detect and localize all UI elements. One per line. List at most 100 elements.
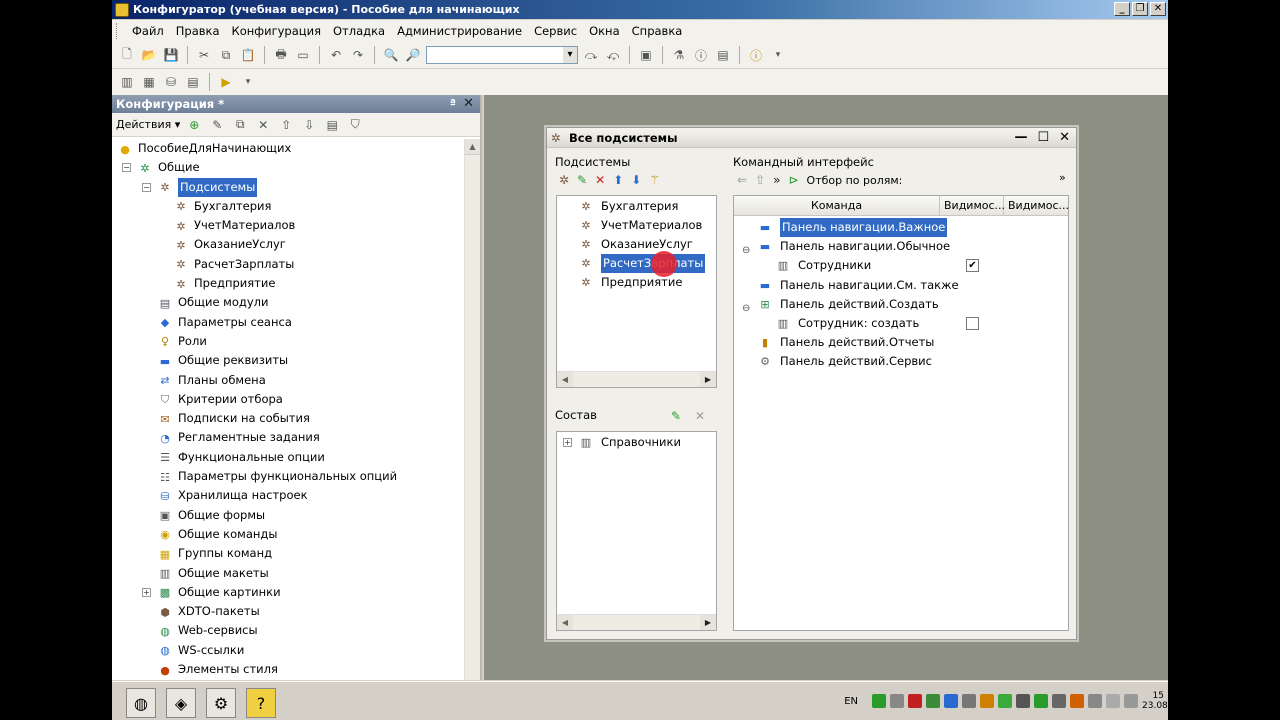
wizard-icon[interactable]: ⚗ xyxy=(670,46,688,64)
dialog-title-bar[interactable]: Все подсистемы ✲ — ☐ ✕ xyxy=(547,128,1076,148)
tree-item[interactable]: ⇄ Планы обмена xyxy=(112,371,464,390)
command-row[interactable]: ▥ Сотрудники ✔ xyxy=(734,256,1068,275)
tree-item[interactable]: ✲ Бухгалтерия xyxy=(112,197,464,216)
tray-icon-10[interactable] xyxy=(1034,694,1048,708)
wand-icon[interactable]: ⚚ xyxy=(649,173,660,187)
tree-item[interactable]: ◔ Регламентные задания xyxy=(112,428,464,447)
tree-item[interactable]: ✲ ОказаниеУслуг xyxy=(112,235,464,254)
clock[interactable]: 15 23.08 xyxy=(1142,691,1168,711)
title-bar[interactable]: Конфигуратор (учебная версия) - Пособие … xyxy=(112,0,1168,19)
close-button[interactable]: ✕ xyxy=(1150,2,1166,16)
tree-item[interactable]: ⛁ Хранилища настроек xyxy=(112,486,464,505)
tree-item[interactable]: ● ПособиеДляНачинающих xyxy=(112,139,464,158)
info-icon[interactable]: ⓘ xyxy=(747,46,765,64)
edit-icon[interactable]: ✎ xyxy=(577,173,587,187)
tree-item[interactable]: ▤ Общие модули xyxy=(112,293,464,312)
copy-icon[interactable]: ⧉ xyxy=(231,116,249,134)
volume-icon[interactable] xyxy=(1106,694,1120,708)
command-row[interactable]: ▮ Панель действий.Отчеты xyxy=(734,333,1068,352)
menu-edit[interactable]: Правка xyxy=(170,24,226,38)
run-debug-icon[interactable]: ▶ xyxy=(217,73,235,91)
tree-item[interactable]: ◆ Параметры сеанса xyxy=(112,313,464,332)
chevron-right-icon[interactable]: » xyxy=(1059,171,1066,184)
filter-by-roles-label[interactable]: Отбор по ролям: xyxy=(807,174,903,187)
book-icon[interactable]: ▤ xyxy=(714,46,732,64)
move-down-icon[interactable]: ⬇ xyxy=(631,173,641,187)
tree-item[interactable]: ✉ Подписки на события xyxy=(112,409,464,428)
search-combo[interactable] xyxy=(426,46,578,64)
column-visibility-2[interactable]: Видимос... xyxy=(1004,196,1069,216)
preview-icon[interactable]: ▭ xyxy=(294,46,312,64)
task-app-icon[interactable]: ◈ xyxy=(166,688,196,718)
vertical-scrollbar[interactable]: ▲ xyxy=(464,139,480,680)
tree-item[interactable]: ▦ Группы команд xyxy=(112,544,464,563)
expand-icon[interactable]: + xyxy=(563,438,572,447)
collapse-icon[interactable]: − xyxy=(142,182,151,192)
move-down-icon[interactable]: ⇩ xyxy=(300,116,318,134)
tray-icon-13[interactable] xyxy=(1088,694,1102,708)
horizontal-scrollbar[interactable]: ◀ ▶ xyxy=(557,614,716,630)
menu-windows[interactable]: Окна xyxy=(583,24,626,38)
filter-icon[interactable]: ⛉ xyxy=(346,116,364,134)
tree-item[interactable]: + ▩ Общие картинки xyxy=(112,583,464,602)
tree-item[interactable]: ⬢ XDTO-пакеты xyxy=(112,602,464,621)
tree-item[interactable]: ☷ Параметры функциональных опций xyxy=(112,467,464,486)
scroll-left-icon[interactable]: ◀ xyxy=(557,615,573,630)
visibility-checkbox[interactable] xyxy=(966,317,979,330)
save-icon[interactable]: 💾 xyxy=(162,46,180,64)
tray-icon-2[interactable] xyxy=(890,694,904,708)
language-indicator[interactable]: EN xyxy=(844,696,858,707)
menu-file[interactable]: Файл xyxy=(126,24,170,38)
move-left-icon[interactable]: ⇐ xyxy=(737,173,747,187)
print-icon[interactable]: 🖶 xyxy=(272,46,290,64)
add-icon[interactable]: ⊕ xyxy=(185,116,203,134)
tray-icon-7[interactable] xyxy=(980,694,994,708)
menu-administration[interactable]: Администрирование xyxy=(391,24,528,38)
task-config-icon[interactable]: ⚙ xyxy=(206,688,236,718)
tray-icon-5[interactable] xyxy=(944,694,958,708)
tree-item[interactable]: ☰ Функциональные опции xyxy=(112,448,464,467)
menu-help[interactable]: Справка xyxy=(626,24,689,38)
tree-item[interactable]: ♀ Роли xyxy=(112,332,464,351)
pin-icon[interactable]: ª xyxy=(450,95,456,113)
redo-icon[interactable]: ↷ xyxy=(349,46,367,64)
chevron-down-icon[interactable]: ▾ xyxy=(769,46,787,64)
move-up-icon[interactable]: ⬆ xyxy=(613,173,623,187)
minimize-button[interactable]: _ xyxy=(1114,2,1130,16)
close-icon[interactable]: ✕ xyxy=(463,95,474,113)
chevron-right-icon[interactable]: » xyxy=(773,173,780,187)
maximize-icon[interactable]: ☐ xyxy=(1037,130,1049,145)
tray-icon-4[interactable] xyxy=(926,694,940,708)
database-icon[interactable]: ⛁ xyxy=(162,73,180,91)
edit-icon[interactable]: ✎ xyxy=(208,116,226,134)
open-config-icon[interactable]: ▥ xyxy=(118,73,136,91)
compare-icon[interactable]: ▦ xyxy=(140,73,158,91)
tree-item[interactable]: − ✲ Подсистемы xyxy=(112,177,464,197)
task-help-icon[interactable]: ? xyxy=(246,688,276,718)
tray-icon-6[interactable] xyxy=(962,694,976,708)
scroll-right-icon[interactable]: ▶ xyxy=(700,615,716,630)
subsystems-list[interactable]: ✲ Бухгалтерия ✲ УчетМатериалов ✲ ОказаниеУслу… xyxy=(556,195,717,388)
close-icon[interactable]: ✕ xyxy=(1059,130,1070,145)
move-up-icon[interactable]: ⇧ xyxy=(755,173,765,187)
minimize-icon[interactable]: — xyxy=(1014,130,1027,145)
command-row[interactable]: ⊖ ▬ Панель навигации.Обычное xyxy=(734,237,1068,256)
copy-icon[interactable]: ⧉ xyxy=(217,46,235,64)
sort-icon[interactable]: ▤ xyxy=(323,116,341,134)
tree-item[interactable]: ⛉ Критерии отбора xyxy=(112,390,464,409)
tree-item[interactable]: ▣ Общие формы xyxy=(112,506,464,525)
hierarchy-icon[interactable]: ✲ xyxy=(559,173,569,187)
delete-icon[interactable]: ✕ xyxy=(254,116,272,134)
network-icon[interactable] xyxy=(1124,694,1138,708)
tree-item[interactable]: ◍ WS-ссылки xyxy=(112,641,464,660)
undo-icon[interactable]: ↶ xyxy=(327,46,345,64)
task-globe-icon[interactable]: ◍ xyxy=(126,688,156,718)
command-row[interactable]: ⊖ ⊞ Панель действий.Создать xyxy=(734,295,1068,314)
paste-icon[interactable]: 📋 xyxy=(239,46,257,64)
tree-item[interactable]: ✲ УчетМатериалов xyxy=(112,216,464,235)
menu-configuration[interactable]: Конфигурация xyxy=(226,24,327,38)
tree-item[interactable]: ▬ Общие реквизиты xyxy=(112,351,464,370)
tray-icon-11[interactable] xyxy=(1052,694,1066,708)
open-icon[interactable]: 📂 xyxy=(140,46,158,64)
command-row[interactable]: ⚙ Панель действий.Сервис xyxy=(734,352,1068,371)
